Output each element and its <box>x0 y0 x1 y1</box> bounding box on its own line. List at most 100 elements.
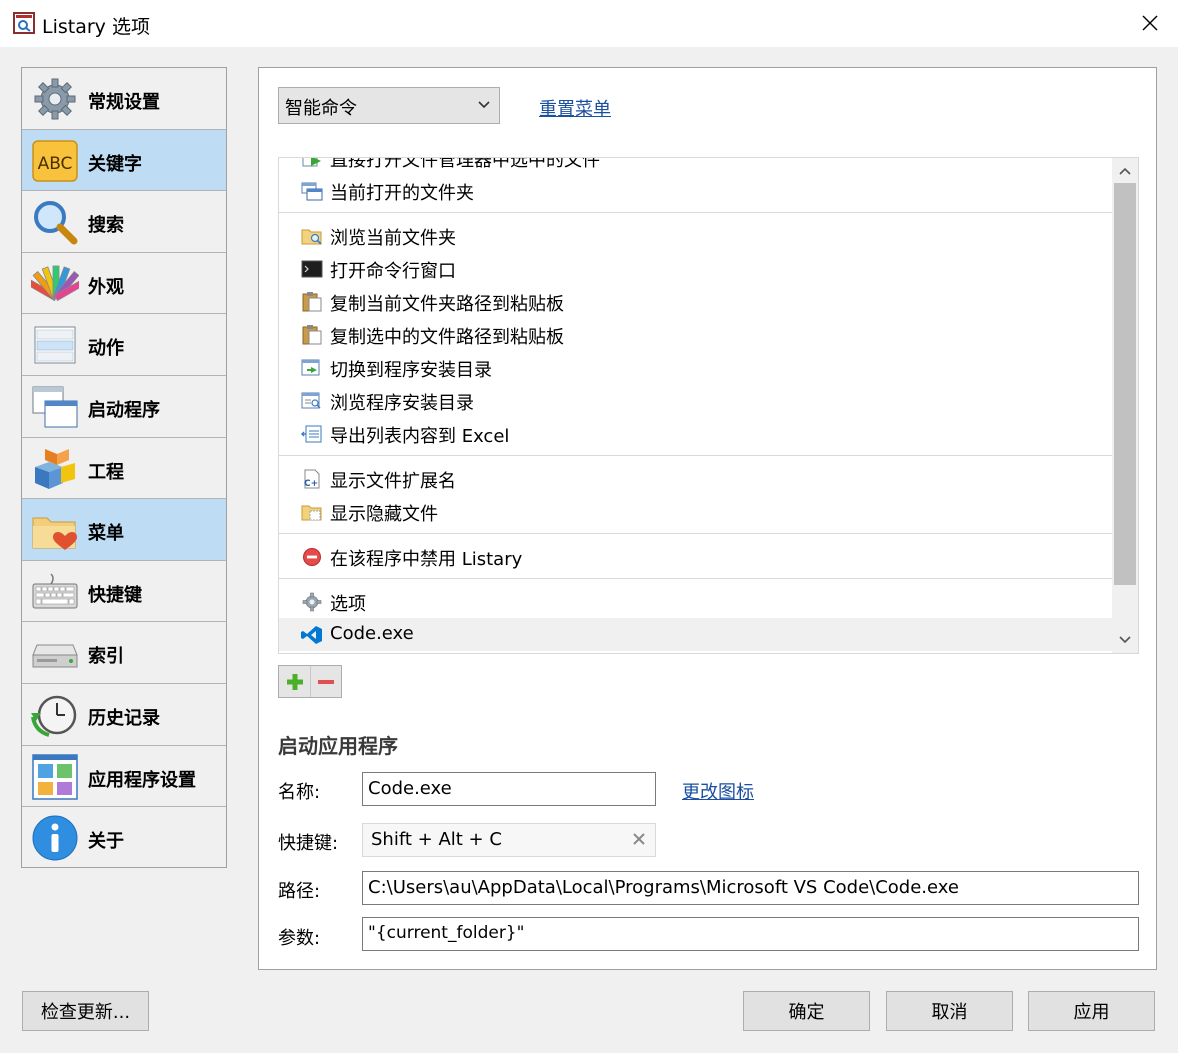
file-ext-icon: C+ <box>304 469 320 489</box>
terminal-icon <box>301 260 323 278</box>
list-separator <box>279 573 1113 585</box>
list-scrollbar[interactable] <box>1112 158 1138 653</box>
sidebar-item-keywords[interactable]: ABC 关键字 <box>22 129 226 192</box>
sidebar-item-launcher[interactable]: 启动程序 <box>22 376 226 438</box>
button-label: 检查更新... <box>40 1002 131 1023</box>
list-item[interactable]: 导出列表内容到 Excel <box>279 417 1113 450</box>
minus-icon <box>318 679 334 684</box>
list-separator <box>279 450 1113 462</box>
sidebar-item-history[interactable]: 历史记录 <box>22 684 226 746</box>
list-item-label: 导出列表内容到 Excel <box>330 426 510 447</box>
folder-heart-icon <box>32 517 77 551</box>
sidebar-item-appearance[interactable]: 外观 <box>22 253 226 315</box>
scroll-down-button[interactable] <box>1112 627 1138 653</box>
sidebar-item-label: 工程 <box>88 461 124 483</box>
abc-icon: ABC <box>32 139 78 182</box>
name-field[interactable]: Code.exe <box>362 772 656 806</box>
remove-item-button[interactable] <box>310 666 341 697</box>
menu-type-dropdown[interactable]: 智能命令 <box>278 87 500 124</box>
hidden-files-icon <box>301 505 322 521</box>
change-icon-link[interactable]: 更改图标 <box>682 778 754 804</box>
list-item-label: 显示文件扩展名 <box>330 471 456 492</box>
windows-icon <box>301 182 323 201</box>
scroll-thumb[interactable] <box>1114 183 1136 585</box>
check-update-button[interactable]: 检查更新... <box>22 991 149 1031</box>
list-item-label: 在该程序中禁用 Listary <box>330 549 523 570</box>
list-item[interactable]: 复制当前文件夹路径到粘贴板 <box>279 285 1113 318</box>
color-palette-icon <box>31 265 79 301</box>
reset-menu-link[interactable]: 重置菜单 <box>539 95 611 121</box>
list-item-label: 复制选中的文件路径到粘贴板 <box>330 327 564 348</box>
button-label: 取消 <box>931 1002 968 1023</box>
params-field[interactable]: "{current_folder}" <box>362 917 1139 951</box>
cancel-button[interactable]: 取消 <box>886 991 1013 1031</box>
chevron-down-icon <box>478 101 490 109</box>
sidebar-item-label: 快捷键 <box>88 584 142 606</box>
list-item[interactable]: 当前打开的文件夹 <box>279 174 1113 207</box>
sidebar-item-app-settings[interactable]: 应用程序设置 <box>22 746 226 808</box>
list-item[interactable]: 直接打开文件管理器中选中的文件 <box>279 157 1113 174</box>
action-list-icon <box>34 326 76 364</box>
clear-icon[interactable] <box>631 831 647 847</box>
list-item-label: 直接打开文件管理器中选中的文件 <box>330 157 600 171</box>
list-item-label: 显示隐藏文件 <box>330 504 438 525</box>
sidebar-item-projects[interactable]: 工程 <box>22 438 226 500</box>
list-item-label: 当前打开的文件夹 <box>330 183 474 204</box>
list-item[interactable]: C+ 显示文件扩展名 <box>279 462 1113 495</box>
menu-items-list[interactable]: 直接打开文件管理器中选中的文件 当前打开的文件夹 浏览当前文件夹 打开命令行窗口… <box>278 157 1139 654</box>
sidebar-item-label: 历史记录 <box>88 707 160 729</box>
list-item[interactable]: 选项 <box>279 585 1113 618</box>
list-item[interactable]: 在该程序中禁用 Listary <box>279 540 1113 573</box>
close-button[interactable] <box>1132 6 1168 40</box>
sidebar-item-label: 关键字 <box>88 153 142 175</box>
sidebar-item-label: 启动程序 <box>88 399 160 421</box>
path-value: C:\Users\au\AppData\Local\Programs\Micro… <box>368 877 959 898</box>
sidebar-item-menu[interactable]: 菜单 <box>22 499 226 561</box>
hotkey-label: 快捷键: <box>278 833 339 854</box>
vscode-icon <box>301 626 322 644</box>
window-title: Listary 选项 <box>42 16 150 38</box>
ok-button[interactable]: 确定 <box>743 991 870 1031</box>
list-item[interactable]: 切换到程序安装目录 <box>279 351 1113 384</box>
chevron-down-icon <box>1119 636 1131 644</box>
plus-icon <box>286 673 303 690</box>
dropdown-value: 智能命令 <box>285 98 357 119</box>
list-item[interactable]: 浏览程序安装目录 <box>279 384 1113 417</box>
sidebar-item-hotkeys[interactable]: 快捷键 <box>22 561 226 623</box>
add-remove-buttons <box>278 665 342 698</box>
hotkey-field[interactable]: Shift + Alt + C <box>362 823 656 857</box>
sidebar-item-actions[interactable]: 动作 <box>22 314 226 376</box>
list-item[interactable]: 浏览当前文件夹 <box>279 219 1113 252</box>
list-item-label: 选项 <box>330 594 366 615</box>
sidebar-item-about[interactable]: 关于 <box>22 807 226 869</box>
clipboard-icon <box>302 325 322 345</box>
path-field[interactable]: C:\Users\au\AppData\Local\Programs\Micro… <box>362 871 1139 905</box>
sidebar-item-index[interactable]: 索引 <box>22 622 226 684</box>
sidebar-item-search[interactable]: 搜索 <box>22 191 226 253</box>
sidebar-item-label: 搜索 <box>88 215 124 237</box>
disable-icon <box>303 548 321 566</box>
sidebar-item-label: 应用程序设置 <box>88 769 196 791</box>
sidebar-item-label: 索引 <box>88 646 124 668</box>
list-item[interactable]: 打开命令行窗口 <box>279 252 1113 285</box>
scroll-up-button[interactable] <box>1112 158 1138 184</box>
drive-icon <box>32 644 78 668</box>
gear-icon <box>302 592 322 612</box>
sidebar-item-general[interactable]: 常规设置 <box>22 68 226 130</box>
name-label: 名称: <box>278 782 321 803</box>
menu-settings-panel: 智能命令 重置菜单 直接打开文件管理器中选中的文件 当前打开的文件夹 浏览当前文… <box>258 67 1157 970</box>
info-icon <box>32 815 78 861</box>
list-item[interactable]: 显示隐藏文件 <box>279 495 1113 528</box>
list-item-label: 复制当前文件夹路径到粘贴板 <box>330 294 564 315</box>
export-excel-icon <box>301 425 322 443</box>
close-icon <box>1142 15 1158 31</box>
list-item-label: 浏览当前文件夹 <box>330 228 456 249</box>
params-value: "{current_folder}" <box>368 923 525 943</box>
path-label: 路径: <box>278 881 321 902</box>
list-item-selected[interactable]: Code.exe <box>279 618 1113 651</box>
list-item-label: Code.exe <box>330 623 414 644</box>
add-item-button[interactable] <box>279 666 310 697</box>
list-item[interactable]: 复制选中的文件路径到粘贴板 <box>279 318 1113 351</box>
sidebar-item-label: 常规设置 <box>88 92 160 113</box>
apply-button[interactable]: 应用 <box>1028 991 1155 1031</box>
